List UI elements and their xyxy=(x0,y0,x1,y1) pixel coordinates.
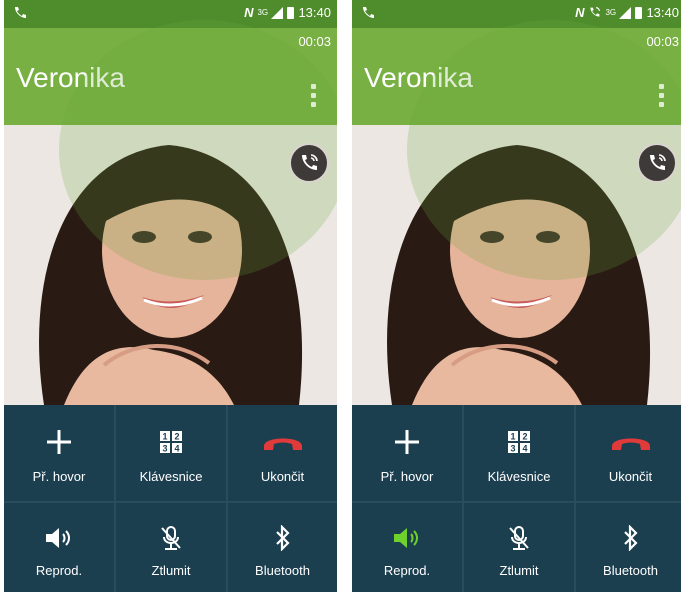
call-handoff-icon[interactable] xyxy=(637,143,677,183)
plus-icon xyxy=(395,430,419,454)
speaker-button-active[interactable]: Reprod. xyxy=(352,503,462,592)
call-screen-speaker-on: N 3G 13:40 00:03 Veronika Př. hovor 1 2 … xyxy=(352,0,681,592)
call-timer: 00:03 xyxy=(298,34,331,49)
keypad-icon: 1 23 4 xyxy=(160,431,182,454)
speaker-label: Reprod. xyxy=(383,563,431,578)
svg-text:2: 2 xyxy=(174,432,179,442)
speaker-label: Reprod. xyxy=(35,563,83,578)
phone-icon xyxy=(15,7,26,18)
end-call-button[interactable]: Ukončit xyxy=(576,405,681,501)
bluetooth-icon xyxy=(623,525,638,551)
add-call-label: Př. hovor xyxy=(32,469,86,484)
phone-icon xyxy=(363,7,374,18)
speaker-icon xyxy=(394,528,418,548)
signal-icon xyxy=(619,6,632,19)
bluetooth-button[interactable]: Bluetooth xyxy=(228,503,337,592)
call-header: 00:03 Veronika xyxy=(4,28,337,125)
hang-up-icon xyxy=(611,438,650,450)
keypad-button[interactable]: 1234 Klávesnice xyxy=(116,405,226,501)
status-bar: N 3G 13:40 xyxy=(352,0,681,28)
speaker-icon xyxy=(46,528,70,548)
svg-text:3: 3 xyxy=(510,444,515,454)
network-type: 3G xyxy=(605,7,617,17)
svg-text:3: 3 xyxy=(162,444,167,454)
contact-name: Veronika xyxy=(364,62,473,93)
svg-text:2: 2 xyxy=(522,432,527,442)
svg-text:4: 4 xyxy=(522,444,527,454)
network-type: 3G xyxy=(257,7,269,17)
contact-photo xyxy=(352,125,681,405)
end-call-label: Ukončit xyxy=(260,469,305,484)
contact-name: Veronika xyxy=(16,62,125,93)
keypad-label: Klávesnice xyxy=(139,469,203,484)
mute-button[interactable]: Ztlumit xyxy=(464,503,574,592)
add-call-button[interactable]: Př. hovor xyxy=(4,405,114,501)
mute-label: Ztlumit xyxy=(151,563,191,578)
status-time: 13:40 xyxy=(298,5,331,20)
signal-icon xyxy=(271,6,284,19)
mute-mic-icon xyxy=(509,526,529,550)
bluetooth-label: Bluetooth xyxy=(255,563,310,578)
mute-button[interactable]: Ztlumit xyxy=(116,503,226,592)
status-time: 13:40 xyxy=(646,5,679,20)
battery-icon xyxy=(635,6,643,19)
call-controls: Př. hovor 1234 Klávesnice Ukončit Reprod… xyxy=(4,405,337,592)
call-screen-speaker-off: N 3G 13:40 00:03 Veronika Př. hovor 1 2 … xyxy=(4,0,337,592)
keypad-label: Klávesnice xyxy=(487,469,551,484)
svg-text:1: 1 xyxy=(510,432,515,442)
add-call-label: Př. hovor xyxy=(380,469,434,484)
more-options-icon[interactable] xyxy=(659,84,665,108)
mute-label: Ztlumit xyxy=(499,563,539,578)
svg-text:1: 1 xyxy=(162,432,167,442)
keypad-button[interactable]: 1234 Klávesnice xyxy=(464,405,574,501)
keypad-icon: 1 23 4 xyxy=(508,431,530,454)
call-timer: 00:03 xyxy=(646,34,679,49)
bluetooth-label: Bluetooth xyxy=(603,563,658,578)
battery-icon xyxy=(287,6,295,19)
svg-text:4: 4 xyxy=(174,444,179,454)
end-call-label: Ukončit xyxy=(608,469,653,484)
call-controls: Př. hovor 1234 Klávesnice Ukončit Reprod… xyxy=(352,405,681,592)
nfc-indicator: N xyxy=(244,5,254,20)
hang-up-icon xyxy=(263,438,302,450)
more-options-icon[interactable] xyxy=(311,84,317,108)
status-bar: N 3G 13:40 xyxy=(4,0,337,28)
bluetooth-button[interactable]: Bluetooth xyxy=(576,503,681,592)
end-call-button[interactable]: Ukončit xyxy=(228,405,337,501)
plus-icon xyxy=(47,430,71,454)
speaker-button[interactable]: Reprod. xyxy=(4,503,114,592)
bluetooth-icon xyxy=(275,525,290,551)
nfc-indicator: N xyxy=(575,5,585,20)
call-header: 00:03 Veronika xyxy=(352,28,681,125)
contact-photo xyxy=(4,125,337,405)
add-call-button[interactable]: Př. hovor xyxy=(352,405,462,501)
mute-mic-icon xyxy=(161,526,181,550)
call-handoff-icon[interactable] xyxy=(289,143,329,183)
call-speaker-status-icon xyxy=(590,7,601,17)
